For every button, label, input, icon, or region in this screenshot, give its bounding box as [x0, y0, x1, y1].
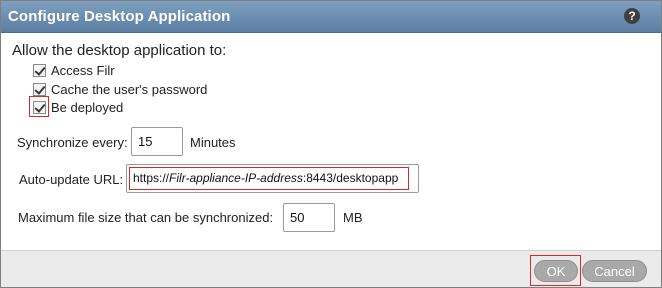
- option-cache-password[interactable]: Cache the user's password: [33, 81, 207, 97]
- sync-label: Synchronize every:: [17, 135, 128, 150]
- configure-desktop-dialog: Configure Desktop Application ? Allow th…: [0, 0, 662, 288]
- option-access-filr[interactable]: Access Filr: [33, 62, 115, 78]
- url-highlight: [129, 167, 409, 190]
- auto-update-label: Auto-update URL:: [19, 172, 124, 187]
- be-deployed-label: Be deployed: [51, 99, 124, 115]
- dialog-titlebar: Configure Desktop Application ?: [1, 1, 661, 33]
- max-size-unit: MB: [343, 210, 363, 225]
- cache-password-checkbox[interactable]: [33, 82, 46, 96]
- max-size-label: Maximum file size that can be synchroniz…: [18, 210, 274, 225]
- cancel-button[interactable]: Cancel: [582, 260, 647, 282]
- ok-highlight: [530, 255, 581, 286]
- sync-unit: Minutes: [190, 135, 236, 150]
- help-icon[interactable]: ?: [624, 8, 640, 24]
- max-size-input[interactable]: 50: [283, 203, 335, 232]
- dialog-title: Configure Desktop Application: [8, 8, 231, 25]
- section-heading: Allow the desktop application to:: [12, 42, 227, 59]
- access-filr-checkbox[interactable]: [33, 63, 46, 77]
- cache-password-label: Cache the user's password: [51, 81, 208, 97]
- access-filr-label: Access Filr: [51, 62, 115, 78]
- be-deployed-highlight: [29, 96, 49, 117]
- sync-interval-input[interactable]: 15: [131, 127, 183, 156]
